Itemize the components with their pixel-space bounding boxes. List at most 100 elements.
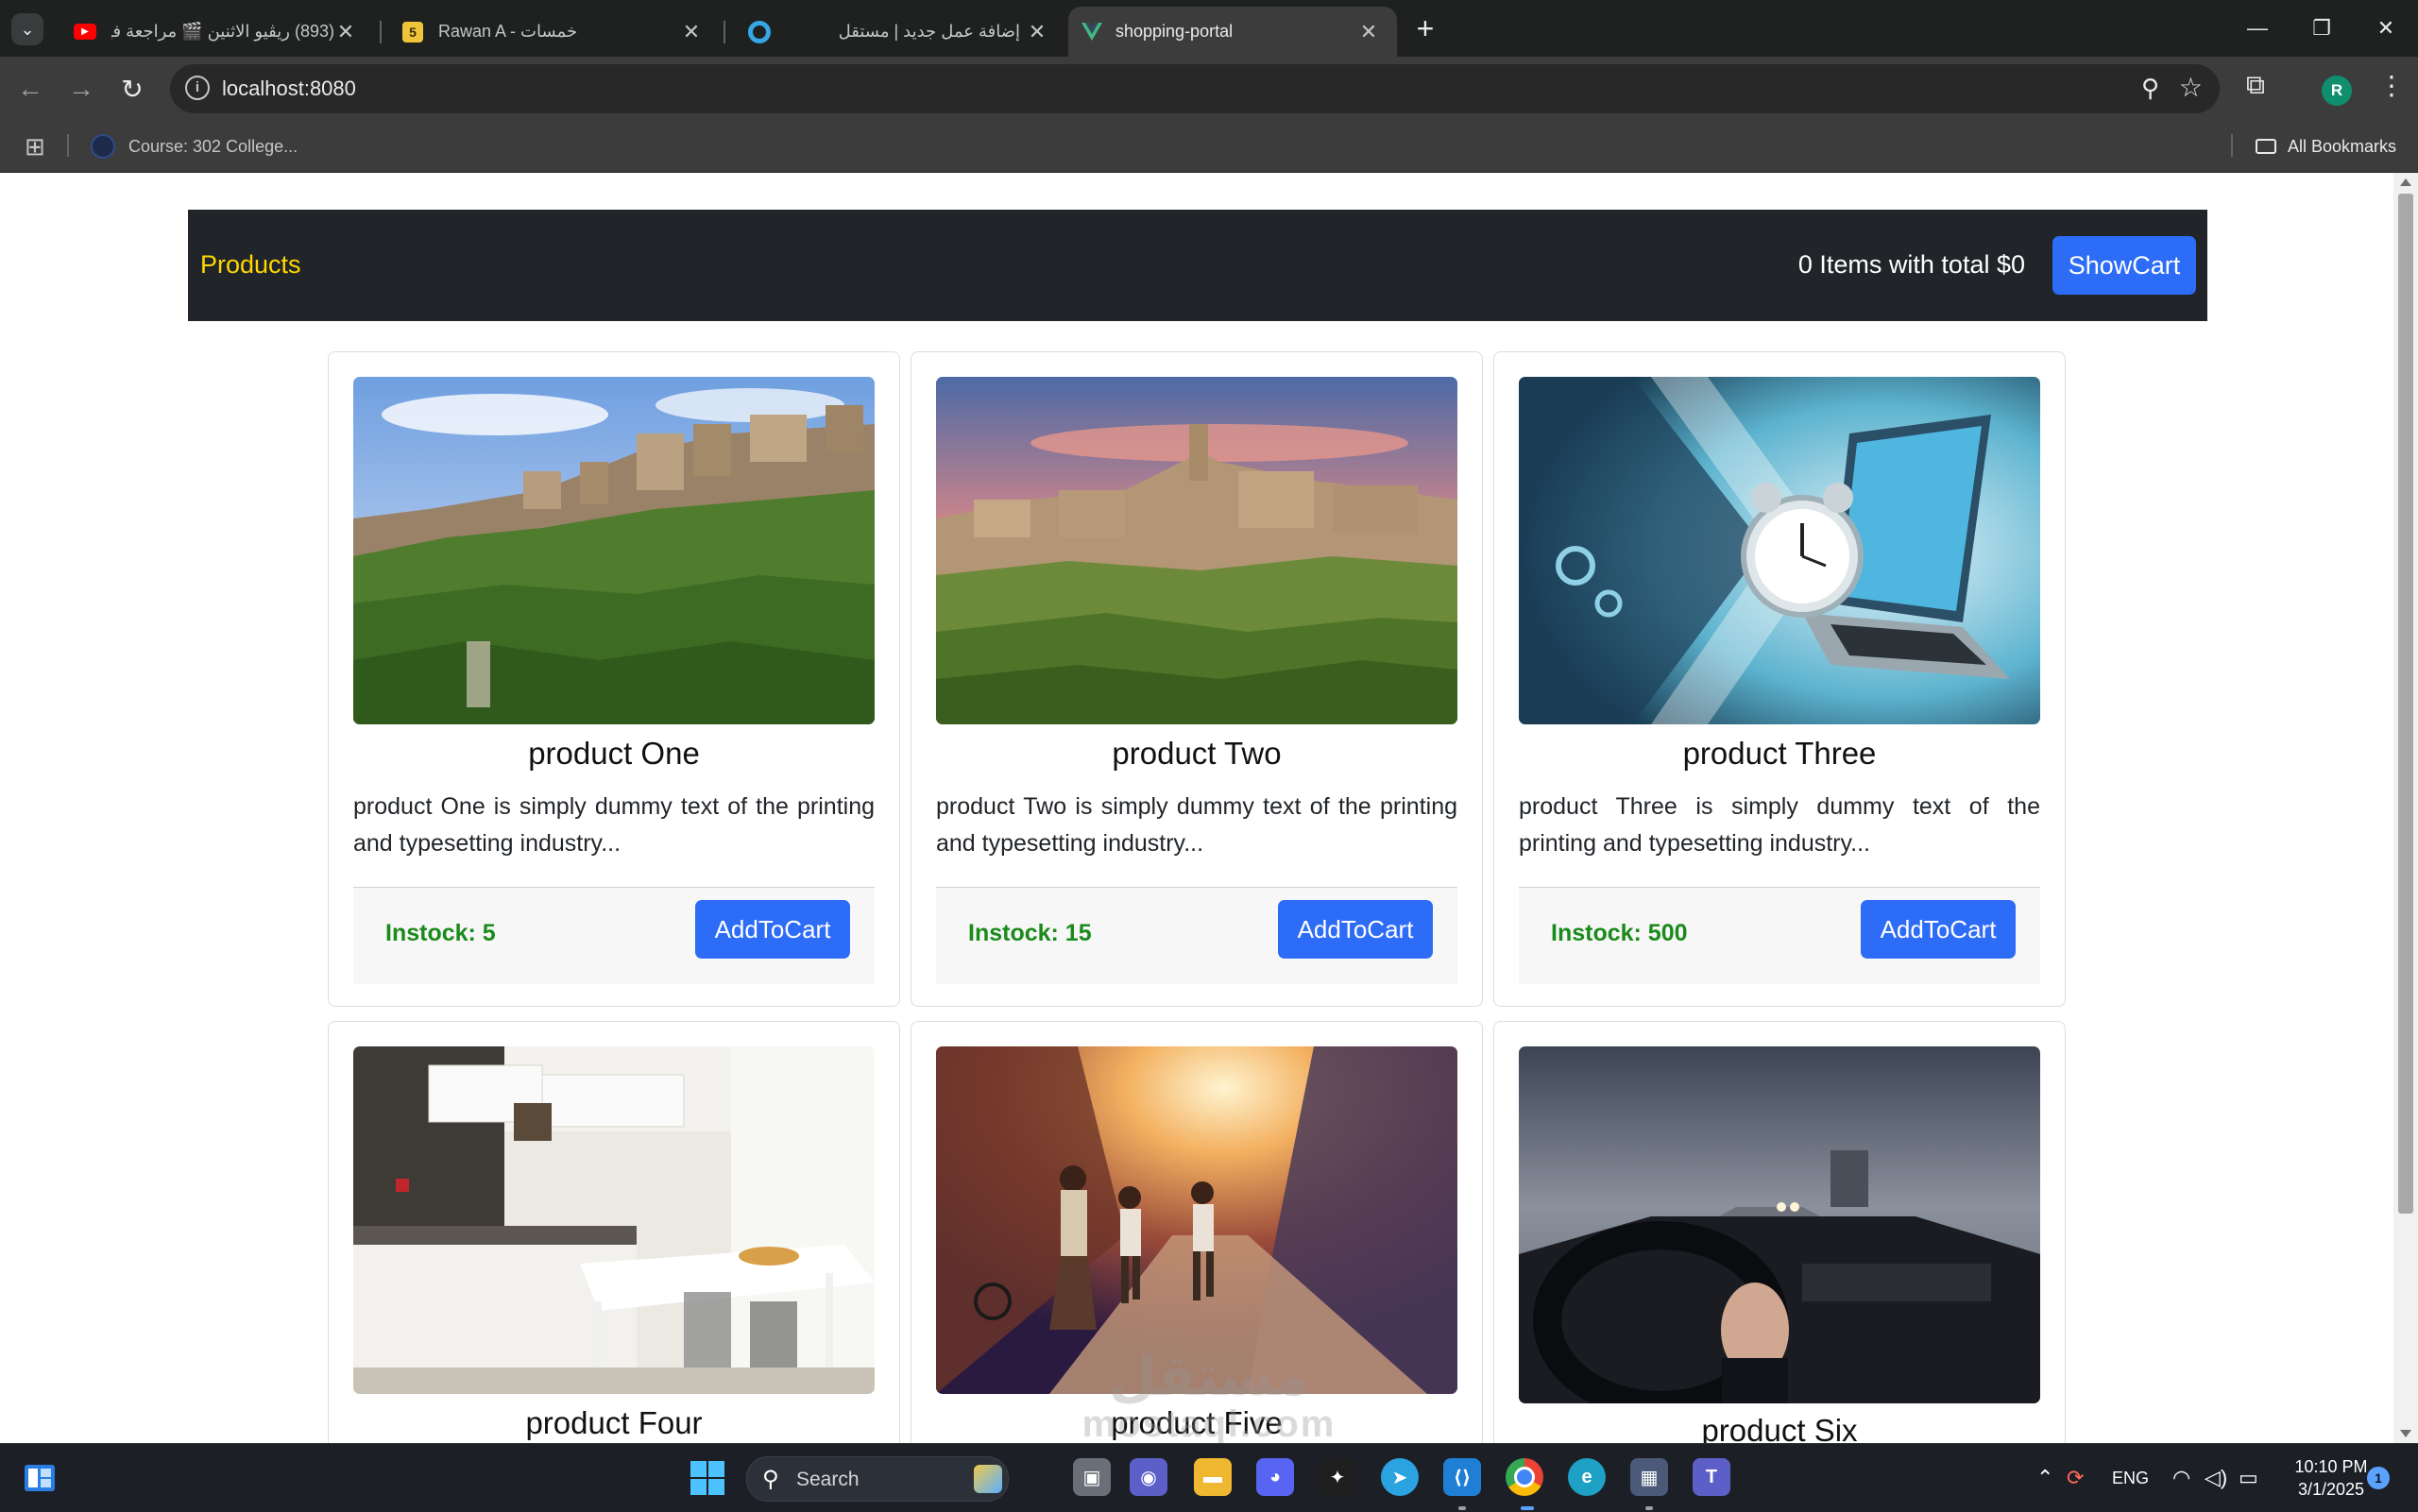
windows-start-icon[interactable] xyxy=(690,1461,724,1495)
browser-tab-strip: ⌄ ▶ (893) ريڤيو الاثنين 🎬 مراجعة فيلـ ✕ … xyxy=(0,0,2418,57)
bookmark-star-icon[interactable]: ☆ xyxy=(2179,72,2203,103)
close-icon[interactable]: ✕ xyxy=(334,20,357,44)
discord-icon[interactable]: ◕ xyxy=(1256,1458,1294,1496)
product-card-footer: Instock: 5 AddToCart xyxy=(353,887,875,984)
apps-grid-icon[interactable]: ⊞ xyxy=(25,132,45,161)
tab-title: إضافة عمل جديد | مستقل xyxy=(838,22,1020,41)
close-icon[interactable]: ✕ xyxy=(1357,20,1380,44)
navbar-brand-products[interactable]: Products xyxy=(200,250,301,280)
tab-shopping-portal[interactable]: shopping-portal ✕ xyxy=(1068,7,1397,57)
product-card: product Four xyxy=(328,1021,900,1443)
notification-badge[interactable]: 1 xyxy=(2367,1467,2390,1489)
scroll-up-icon[interactable] xyxy=(2400,178,2411,186)
product-card: product One product One is simply dummy … xyxy=(328,351,900,1007)
search-label: Search xyxy=(796,1469,860,1490)
telegram-icon[interactable]: ➤ xyxy=(1381,1458,1419,1496)
forward-button[interactable]: → xyxy=(62,70,100,108)
add-to-cart-button[interactable]: AddToCart xyxy=(695,900,850,959)
arrow-right-icon: → xyxy=(68,74,94,103)
product-card: product Six xyxy=(1493,1021,2066,1443)
add-to-cart-button[interactable]: AddToCart xyxy=(1861,900,2016,959)
product-description: product Two is simply dummy text of the … xyxy=(936,793,1457,857)
kebab-menu-icon[interactable]: ⋮ xyxy=(2378,70,2405,101)
folder-icon xyxy=(2256,139,2276,154)
bookmark-label: Course: 302 College... xyxy=(128,136,298,156)
add-to-cart-button[interactable]: AddToCart xyxy=(1278,900,1433,959)
profile-avatar[interactable]: R xyxy=(2322,76,2352,106)
volume-icon[interactable]: ◁) xyxy=(2205,1444,2227,1512)
site-info-icon[interactable]: i xyxy=(185,76,210,100)
reload-icon: ↻ xyxy=(121,74,144,104)
task-view-icon[interactable]: ▣ xyxy=(1073,1458,1111,1496)
battery-icon[interactable]: ▭ xyxy=(2239,1444,2258,1512)
extensions-puzzle-icon[interactable]: ⧉ xyxy=(2246,70,2265,101)
calculator-icon[interactable]: ▦ xyxy=(1630,1458,1668,1496)
show-cart-button[interactable]: ShowCart xyxy=(2052,236,2196,295)
minimize-icon: — xyxy=(2247,16,2268,40)
restore-button[interactable]: ❐ xyxy=(2290,0,2354,57)
running-indicator xyxy=(1645,1506,1653,1510)
zoom-icon[interactable]: ⚲ xyxy=(2141,74,2159,103)
product-title: product Six xyxy=(1701,1413,1858,1443)
wifi-icon[interactable]: ◠ xyxy=(2172,1444,2190,1512)
scrollbar-thumb[interactable] xyxy=(2398,194,2413,1214)
page-scrollbar[interactable] xyxy=(2393,173,2418,1443)
product-title: product Two xyxy=(1112,736,1282,771)
product-card: product Two product Two is simply dummy … xyxy=(911,351,1483,1007)
tab-title: Rawan A - خمسات xyxy=(438,22,578,41)
sync-icon[interactable]: ⟳ xyxy=(2067,1444,2084,1512)
product-description: product Three is simply dummy text of th… xyxy=(1519,793,2040,857)
search-highlight-icon xyxy=(974,1465,1002,1493)
tab-youtube[interactable]: ▶ (893) ريڤيو الاثنين 🎬 مراجعة فيلـ ✕ xyxy=(53,7,374,57)
address-bar[interactable]: i localhost:8080 ⚲ ☆ xyxy=(170,64,2220,113)
widgets-icon[interactable] xyxy=(21,1459,59,1497)
file-explorer-icon[interactable]: ▬ xyxy=(1194,1458,1232,1496)
tab-khamsat[interactable]: 5 Rawan A - خمسات ✕ xyxy=(382,7,720,57)
tab-mostaql[interactable]: إضافة عمل جديد | مستقل ✕ xyxy=(727,7,1065,57)
product-title: product One xyxy=(528,736,700,771)
search-icon: ⚲ xyxy=(762,1467,779,1492)
new-tab-button[interactable]: + xyxy=(1407,11,1443,47)
vscode-icon[interactable]: ⟨⟩ xyxy=(1443,1458,1481,1496)
khamsat-icon: 5 xyxy=(402,21,423,42)
product-image-laptop-clock xyxy=(1519,377,2040,724)
stock-label: Instock: 500 xyxy=(1551,920,1688,946)
windows-taskbar: ⚲ Search ▣ ◉ ▬ ◕ ✦ ➤ ⟨⟩ e ▦ T ⌃ ⟳ ENG ◠ … xyxy=(0,1443,2418,1512)
url-text[interactable]: localhost:8080 xyxy=(222,76,356,101)
product-image-foggy-road xyxy=(1519,1046,2040,1403)
minimize-button[interactable]: — xyxy=(2225,0,2290,57)
tab-divider xyxy=(724,21,725,43)
product-image-sunset-town xyxy=(936,377,1457,724)
chat-icon[interactable]: ◉ xyxy=(1130,1458,1167,1496)
close-icon[interactable]: ✕ xyxy=(1026,20,1048,44)
browser-toolbar: ← → ↻ i localhost:8080 ⚲ ☆ xyxy=(0,57,2418,121)
all-bookmarks-button[interactable]: All Bookmarks xyxy=(2256,128,2396,164)
product-description: product One is simply dummy text of the … xyxy=(353,793,875,857)
product-image-children-running xyxy=(936,1046,1457,1394)
tab-title: shopping-portal xyxy=(1115,22,1234,41)
language-indicator[interactable]: ENG xyxy=(2112,1444,2149,1512)
bookmark-divider xyxy=(67,134,69,157)
reload-button[interactable]: ↻ xyxy=(113,70,151,108)
edge-icon[interactable]: e xyxy=(1568,1458,1606,1496)
clock[interactable]: 10:10 PM 3/1/2025 xyxy=(2286,1455,2376,1501)
product-image-kitchen xyxy=(353,1046,875,1394)
chrome-icon[interactable] xyxy=(1506,1458,1543,1496)
all-bookmarks-label: All Bookmarks xyxy=(2288,136,2397,156)
page-viewport: Products 0 Items with total $0 ShowCart xyxy=(0,173,2393,1443)
chevron-up-icon[interactable]: ⌃ xyxy=(2036,1444,2053,1512)
bookmark-divider xyxy=(2231,134,2233,157)
close-icon[interactable]: ✕ xyxy=(680,20,703,44)
back-button[interactable]: ← xyxy=(11,70,49,108)
teams-icon[interactable]: T xyxy=(1693,1458,1730,1496)
running-indicator xyxy=(1458,1506,1466,1510)
taskbar-search[interactable]: ⚲ Search xyxy=(746,1456,1009,1502)
product-card: product Five xyxy=(911,1021,1483,1443)
product-image-hilltop-town xyxy=(353,377,875,724)
shop-navbar: Products 0 Items with total $0 ShowCart xyxy=(188,210,2207,321)
bookmark-item[interactable]: Course: 302 College... xyxy=(91,128,298,164)
scroll-down-icon[interactable] xyxy=(2400,1430,2411,1437)
close-window-button[interactable]: ✕ xyxy=(2354,0,2418,57)
figma-icon[interactable]: ✦ xyxy=(1319,1458,1356,1496)
tab-search-button[interactable]: ⌄ xyxy=(11,13,43,45)
